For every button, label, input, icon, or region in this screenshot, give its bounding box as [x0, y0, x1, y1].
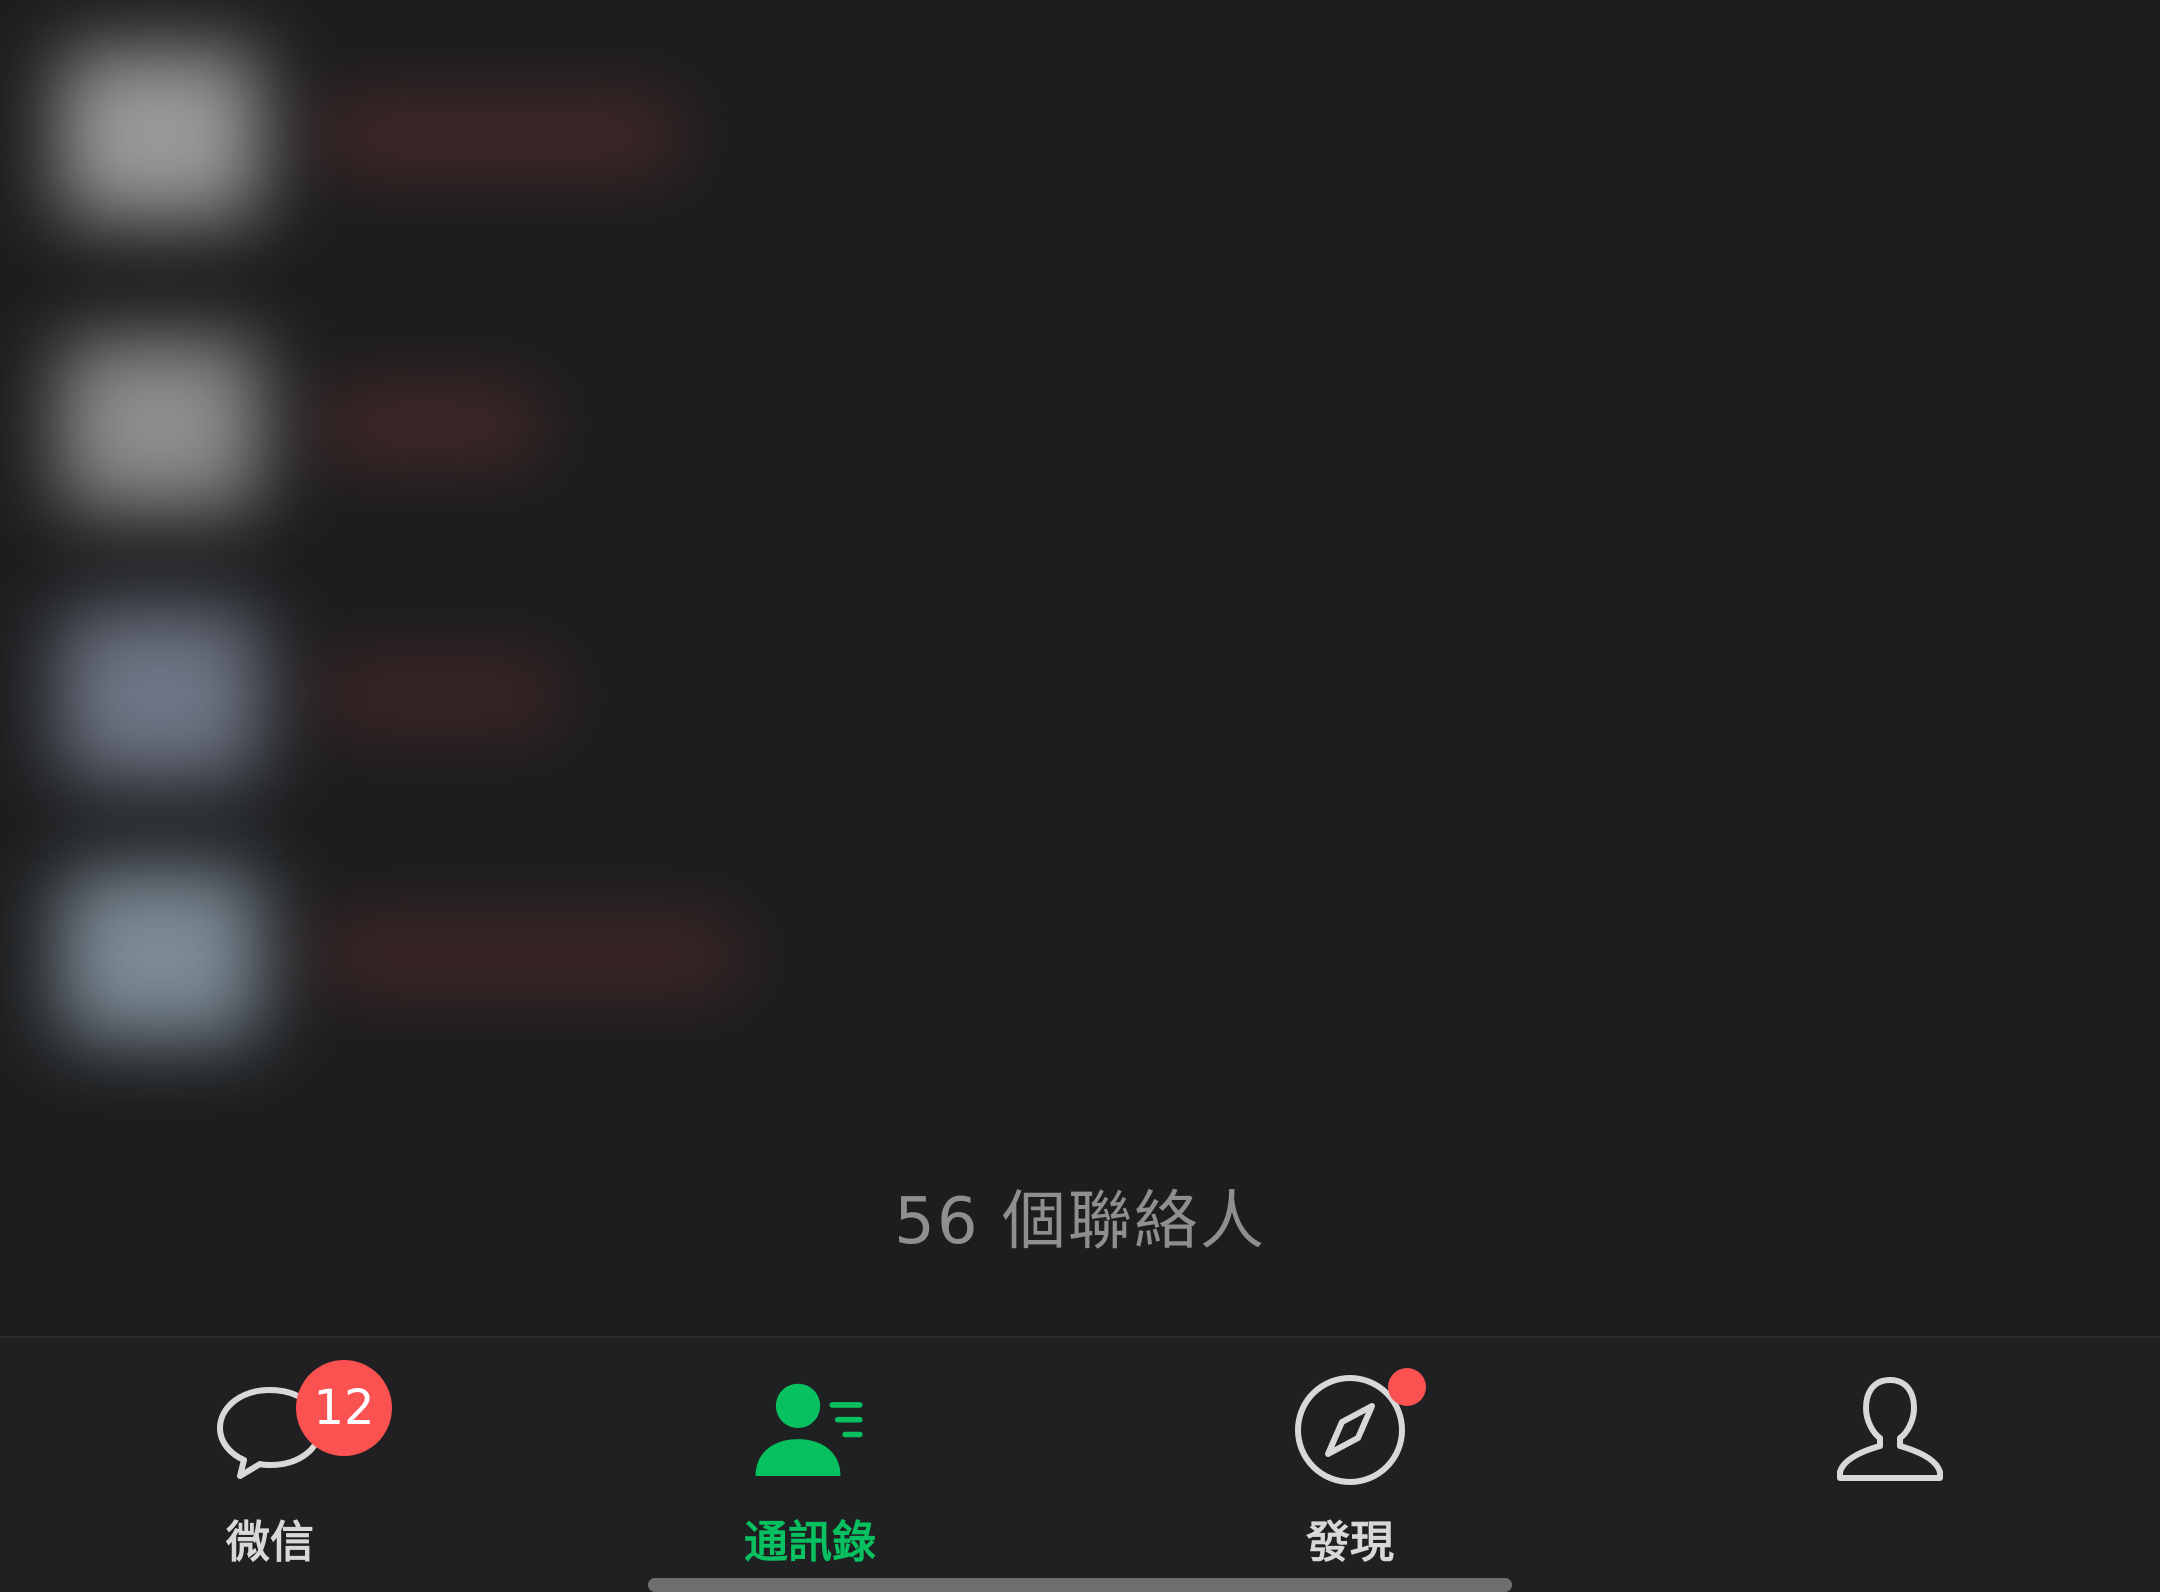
contact-list-item[interactable]	[0, 300, 900, 540]
contact-count-label: 56 個聯絡人	[894, 1185, 1266, 1259]
tab-me[interactable]	[1620, 1338, 2160, 1592]
contact-list	[0, 0, 2160, 1150]
tab-discover[interactable]: 發現	[1080, 1338, 1620, 1592]
tab-bar: 12 微信 通訊錄 發現	[0, 1336, 2160, 1592]
tab-label: 微信	[226, 1517, 314, 1568]
contact-name	[320, 390, 540, 460]
contact-name	[320, 660, 560, 730]
tab-chats[interactable]: 12 微信	[0, 1338, 540, 1592]
tab-contacts[interactable]: 通訊錄	[540, 1338, 1080, 1592]
contact-name	[320, 920, 740, 990]
avatar	[60, 50, 260, 220]
home-indicator[interactable]	[648, 1578, 1512, 1592]
contact-name	[320, 100, 680, 170]
person-icon	[1837, 1377, 1943, 1481]
tab-label: 通訊錄	[744, 1517, 876, 1568]
unread-badge: 12	[296, 1360, 392, 1456]
tab-label: 發現	[1306, 1517, 1394, 1568]
contact-list-item[interactable]	[0, 830, 900, 1070]
avatar	[60, 870, 260, 1040]
contacts-screen: 56 個聯絡人 12 微信 通訊錄 發現	[0, 0, 2160, 1592]
notification-dot	[1388, 1368, 1426, 1406]
avatar	[60, 340, 260, 510]
contact-list-item[interactable]	[0, 10, 900, 250]
avatar	[60, 610, 260, 780]
contacts-icon	[755, 1383, 863, 1476]
contact-list-item[interactable]	[0, 570, 900, 810]
